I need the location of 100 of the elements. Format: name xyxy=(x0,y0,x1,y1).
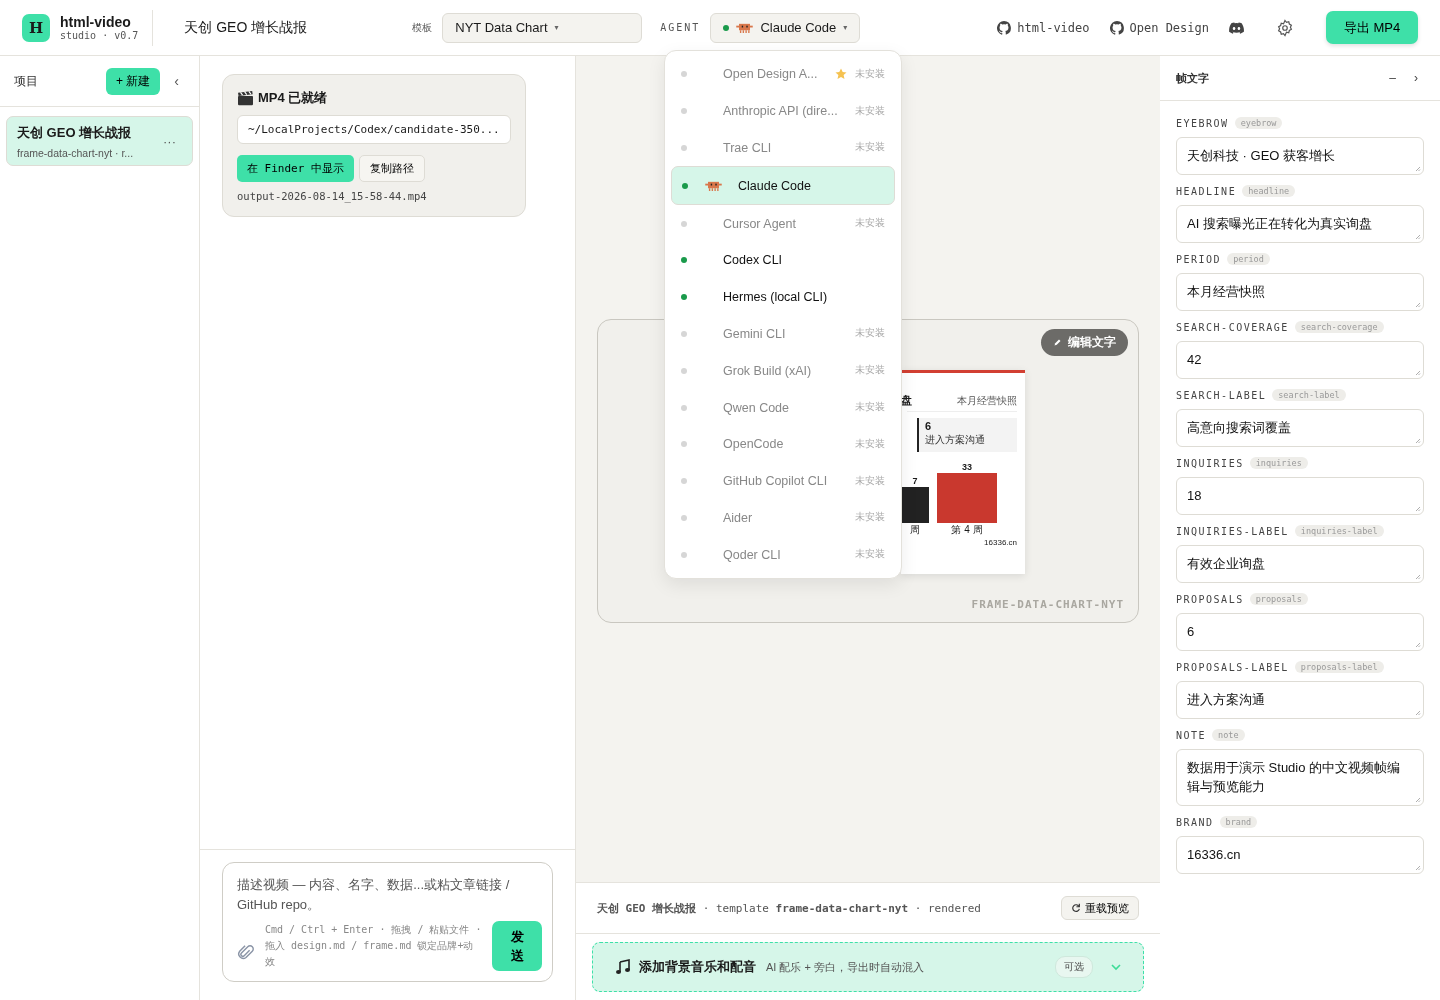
not-installed-label: 未安装 xyxy=(855,548,885,562)
github-link[interactable]: Open Design xyxy=(1109,20,1209,35)
close-panel-button[interactable]: › xyxy=(1408,70,1424,86)
resize-handle-icon[interactable] xyxy=(1415,865,1421,871)
prompt-placeholder: 描述视频 — 内容、名字、数据...或粘文章链接 / GitHub repo。 xyxy=(237,876,511,914)
resize-handle-icon[interactable] xyxy=(1415,506,1421,512)
resize-handle-icon[interactable] xyxy=(1415,797,1421,803)
field-key-tag: search-coverage xyxy=(1294,321,1384,333)
resize-handle-icon[interactable] xyxy=(1415,642,1421,648)
field-key-tag: inquiries-label xyxy=(1294,525,1384,537)
text-field[interactable]: 进入方案沟通 xyxy=(1176,681,1424,719)
agent-option[interactable]: Hermes (local CLI) xyxy=(671,278,895,316)
optional-badge: 可选 xyxy=(1055,956,1093,978)
agent-option[interactable]: Open Design A... 未安装 xyxy=(671,56,895,93)
bar-value: 33 xyxy=(962,462,972,473)
not-installed-label: 未安装 xyxy=(855,327,885,341)
more-button[interactable]: ··· xyxy=(157,132,182,150)
agent-option[interactable]: Codex CLI xyxy=(671,242,895,279)
app-version: studio · v0.7 xyxy=(60,30,139,41)
template-select[interactable]: NYT Data Chart ▾ xyxy=(442,12,643,43)
agent-option[interactable]: Aider 未安装 xyxy=(671,499,895,537)
text-field[interactable]: 高意向搜索词覆盖 xyxy=(1176,409,1424,447)
github-icon xyxy=(1109,20,1124,35)
new-project-button[interactable]: + 新建 xyxy=(106,67,161,95)
collapse-button[interactable]: ‹ xyxy=(168,72,185,90)
crab-icon xyxy=(705,180,722,192)
minimize-button[interactable]: – xyxy=(1383,70,1402,86)
text-field[interactable]: AI 搜索曝光正在转化为真实询盘 xyxy=(1176,205,1424,243)
music-banner[interactable]: 添加背景音乐和配音 AI 配乐 + 旁白，导出时自动混入 可选 xyxy=(592,942,1144,992)
file-path-field[interactable]: ~/LocalProjects/Codex/candidate-350... xyxy=(237,115,511,144)
agent-option[interactable]: Qoder CLI 未安装 xyxy=(671,536,895,574)
panel-title: 帧文字 xyxy=(1176,70,1210,86)
text-field[interactable]: 6 xyxy=(1176,613,1424,651)
reveal-in-finder-button[interactable]: 在 Finder 中显示 xyxy=(237,155,354,182)
field-key-tag: search-label xyxy=(1272,389,1346,401)
agent-option[interactable]: Grok Build (xAI) 未安装 xyxy=(671,352,895,390)
render-status: 天创 GEO 增长战报 · template frame-data-chart-nyt · rendered xyxy=(597,900,982,916)
agent-option[interactable]: Trae CLI 未安装 xyxy=(671,129,895,167)
slide-period: 本月经营快照 xyxy=(957,394,1017,408)
stat-value: 6 xyxy=(925,420,933,433)
agent-option[interactable]: Claude Code xyxy=(671,166,895,206)
music-subtitle: AI 配乐 + 旁白，导出时自动混入 xyxy=(766,959,924,975)
reload-icon xyxy=(1071,903,1081,913)
text-field[interactable]: 数据用于演示 Studio 的中文视频帧编辑与预览能力 xyxy=(1176,749,1424,806)
field-label: SEARCH-COVERAGE xyxy=(1176,321,1289,333)
prompt-composer[interactable]: 描述视频 — 内容、名字、数据...或粘文章链接 / GitHub repo。 Cmd / Ctrl + Enter · 拖拽 / 粘贴文件 · 拖入 design.md / frame.md 锁定品牌+动效 发送 xyxy=(222,862,553,982)
field-label: PERIOD xyxy=(1176,253,1222,265)
card-title: MP4 已就绪 xyxy=(258,89,328,107)
stat-label: 进入方案沟通 xyxy=(925,433,986,446)
not-installed-label: 未安装 xyxy=(855,217,885,231)
resize-handle-icon[interactable] xyxy=(1415,302,1421,308)
resize-handle-icon[interactable] xyxy=(1415,710,1421,716)
text-field[interactable]: 16336.cn xyxy=(1176,836,1424,874)
chart-bar xyxy=(901,487,929,523)
field-key-tag: headline xyxy=(1242,185,1296,197)
agent-option[interactable]: Qwen Code 未安装 xyxy=(671,389,895,426)
agent-option[interactable]: Cursor Agent 未安装 xyxy=(671,205,895,242)
send-button[interactable]: 发送 xyxy=(492,921,542,971)
template-label: 模板 xyxy=(412,20,433,35)
resize-handle-icon[interactable] xyxy=(1415,166,1421,172)
agent-option[interactable]: Gemini CLI 未安装 xyxy=(671,315,895,353)
agent-option[interactable]: OpenCode 未安装 xyxy=(671,425,895,463)
discord-icon[interactable] xyxy=(1229,21,1244,34)
not-installed-label: 未安装 xyxy=(855,104,885,118)
resize-handle-icon[interactable] xyxy=(1415,574,1421,580)
sidebar-title: 项目 xyxy=(14,72,39,90)
agent-select[interactable]: Claude Code ▾ xyxy=(710,12,861,43)
edit-text-button[interactable]: 编辑文字 xyxy=(1041,329,1128,356)
field-key-tag: eyebrow xyxy=(1234,117,1283,129)
export-button[interactable]: 导出 MP4 xyxy=(1326,11,1418,44)
reload-preview-button[interactable]: 重载预览 xyxy=(1061,896,1139,920)
agent-label: AGENT xyxy=(660,22,701,33)
not-installed-label: 未安装 xyxy=(855,67,885,81)
not-installed-label: 未安装 xyxy=(855,474,885,488)
app-name: html-video xyxy=(60,14,132,30)
github-link[interactable]: html-video xyxy=(997,20,1090,35)
agent-option[interactable]: Anthropic API (dire... 未安装 xyxy=(671,92,895,130)
resize-handle-icon[interactable] xyxy=(1415,438,1421,444)
text-field[interactable]: 18 xyxy=(1176,477,1424,515)
not-installed-label: 未安装 xyxy=(855,511,885,525)
text-field[interactable]: 有效企业询盘 xyxy=(1176,545,1424,583)
project-item[interactable]: 天创 GEO 增长战报 frame-data-chart-nyt · r... ··· xyxy=(6,116,193,166)
settings-icon[interactable] xyxy=(1276,18,1294,37)
text-field[interactable]: 天创科技 · GEO 获客增长 xyxy=(1176,137,1424,175)
field-key-tag: proposals-label xyxy=(1294,661,1384,673)
app-logo: H xyxy=(22,13,50,42)
field-label: NOTE xyxy=(1176,729,1207,741)
chevron-icon[interactable] xyxy=(1111,963,1121,971)
resize-handle-icon[interactable] xyxy=(1415,370,1421,376)
resize-handle-icon[interactable] xyxy=(1415,234,1421,240)
chart-bar xyxy=(937,473,997,523)
slide-brand: 16336.cn xyxy=(983,538,1017,547)
paperclip-icon[interactable] xyxy=(237,944,255,962)
field-label: PROPOSALS-LABEL xyxy=(1176,661,1289,673)
bar-value: 7 xyxy=(912,476,918,487)
text-field[interactable]: 本月经营快照 xyxy=(1176,273,1424,311)
agent-option[interactable]: GitHub Copilot CLI 未安装 xyxy=(671,462,895,500)
github-icon xyxy=(997,20,1012,35)
copy-path-button[interactable]: 复制路径 xyxy=(359,155,425,182)
text-field[interactable]: 42 xyxy=(1176,341,1424,379)
